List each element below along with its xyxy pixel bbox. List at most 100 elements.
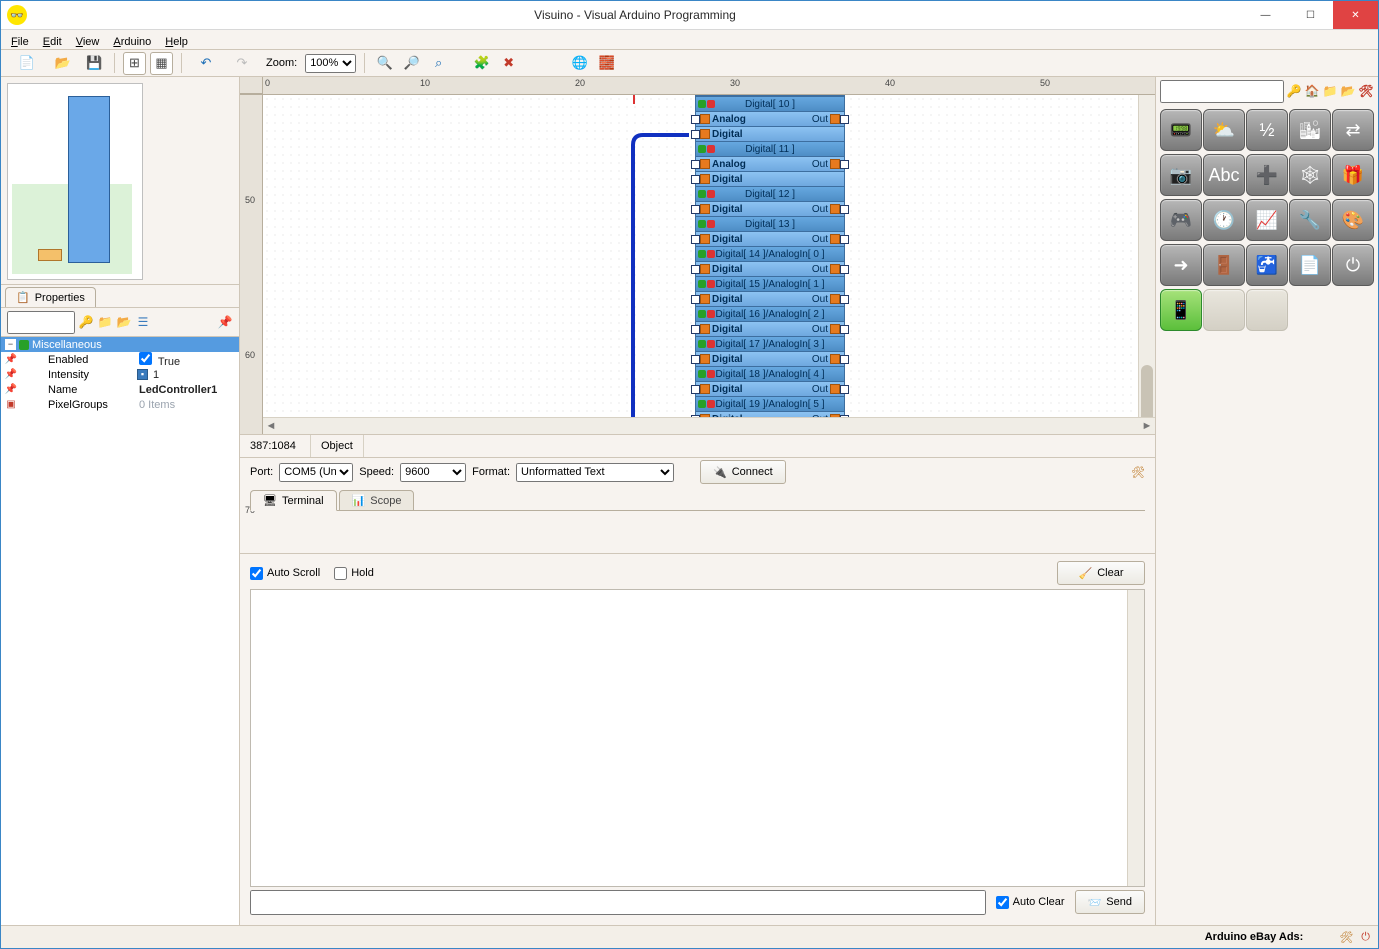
folder2-icon[interactable]: 📂 bbox=[116, 314, 132, 330]
palette-cam[interactable]: 📷 bbox=[1160, 154, 1202, 196]
palette-power[interactable]: ⏻ bbox=[1332, 244, 1374, 286]
palette-plus[interactable]: ➕ bbox=[1246, 154, 1288, 196]
design-canvas[interactable]: Digital[ 10 ]AnalogOutDigitalDigital[ 11… bbox=[263, 95, 1155, 434]
pin-row[interactable]: Digital bbox=[696, 126, 844, 141]
pin-row[interactable]: AnalogOut bbox=[696, 156, 844, 171]
zoom-in-button[interactable]: 🔍 bbox=[373, 52, 396, 75]
palette-remote[interactable]: 📱 bbox=[1160, 289, 1202, 331]
property-row[interactable]: 📌Enabled True bbox=[1, 352, 239, 367]
palette-fold1-icon[interactable]: 📁 bbox=[1322, 83, 1338, 99]
palette-fold2-icon[interactable]: 📂 bbox=[1340, 83, 1356, 99]
pin-row[interactable]: DigitalOut bbox=[696, 351, 844, 366]
property-row[interactable]: 📌Intensity▪1 bbox=[1, 367, 239, 382]
pin-header: Digital[ 11 ] bbox=[696, 141, 844, 156]
connect-button[interactable]: 🔌Connect bbox=[700, 460, 786, 484]
pin-icon[interactable]: 📌 bbox=[217, 314, 233, 330]
delete-button[interactable]: ✖ bbox=[497, 52, 520, 75]
maximize-button[interactable]: ☐ bbox=[1288, 1, 1333, 29]
menu-help[interactable]: Help bbox=[165, 35, 188, 49]
palette-clock[interactable]: 🕐 bbox=[1203, 199, 1245, 241]
palette-num[interactable]: ½ bbox=[1246, 109, 1288, 151]
palette-weather[interactable]: ⛅ bbox=[1203, 109, 1245, 151]
pin-row[interactable]: DigitalOut bbox=[696, 261, 844, 276]
palette-calc[interactable]: 📟 bbox=[1160, 109, 1202, 151]
serial-settings-icon[interactable]: 🛠 bbox=[1131, 466, 1145, 479]
palette-search-input[interactable] bbox=[1160, 80, 1284, 103]
autoscroll-checkbox[interactable]: Auto Scroll bbox=[250, 567, 320, 580]
zoom-select[interactable]: 100% bbox=[305, 54, 356, 73]
clear-button[interactable]: 🧹Clear bbox=[1057, 561, 1145, 585]
pin-row[interactable]: AnalogOut bbox=[696, 111, 844, 126]
palette-flow[interactable]: ➜ bbox=[1160, 244, 1202, 286]
palette-gamepad[interactable]: 🎮 bbox=[1160, 199, 1202, 241]
board-button[interactable]: 🧩 bbox=[470, 52, 493, 75]
terminal-vscroll[interactable] bbox=[1127, 590, 1144, 886]
properties-group-header[interactable]: − Miscellaneous bbox=[1, 337, 239, 352]
palette-door[interactable]: 🚪 bbox=[1203, 244, 1245, 286]
upload-button[interactable]: 🌐 bbox=[568, 52, 591, 75]
pin-row[interactable]: DigitalOut bbox=[696, 321, 844, 336]
footer-power-icon[interactable]: ⏻ bbox=[1361, 931, 1370, 944]
pin-row[interactable]: DigitalOut bbox=[696, 291, 844, 306]
component-palette: 📟⛅½🏙⇄ 📷Abc➕🕸🎁 🎮🕐📈🔧🎨 ➜🚪🚰📄⏻ 📱 bbox=[1156, 105, 1378, 335]
menu-view[interactable]: View bbox=[76, 35, 100, 49]
ad-label: Arduino eBay Ads: bbox=[1205, 931, 1304, 943]
palette-arrows[interactable]: ⇄ bbox=[1332, 109, 1374, 151]
arduino-component[interactable]: Digital[ 10 ]AnalogOutDigitalDigital[ 11… bbox=[695, 95, 845, 434]
palette-settings-icon[interactable]: 🛠 bbox=[1358, 83, 1374, 99]
compile-button[interactable]: 🧱 bbox=[595, 52, 618, 75]
undo-button[interactable]: ↶ bbox=[190, 52, 222, 75]
list-icon[interactable]: ☰ bbox=[135, 314, 151, 330]
send-input[interactable] bbox=[250, 890, 986, 915]
pin-row[interactable]: DigitalOut bbox=[696, 201, 844, 216]
palette-city[interactable]: 🏙 bbox=[1289, 109, 1331, 151]
palette-home-icon[interactable]: 🏠 bbox=[1304, 83, 1320, 99]
hold-checkbox[interactable]: Hold bbox=[334, 567, 374, 580]
autoclear-checkbox[interactable]: Auto Clear bbox=[996, 896, 1065, 909]
port-select[interactable]: COM5 (Unavailable) bbox=[279, 463, 353, 482]
open-button[interactable]: 📂 bbox=[47, 52, 79, 75]
property-row[interactable]: 📌NameLedController1 bbox=[1, 382, 239, 397]
palette-chart[interactable]: 📈 bbox=[1246, 199, 1288, 241]
palette-abc[interactable]: Abc bbox=[1203, 154, 1245, 196]
palette-filter-icon[interactable]: 🔑 bbox=[1286, 83, 1302, 99]
format-select[interactable]: Unformatted Text bbox=[516, 463, 674, 482]
footer-settings-icon[interactable]: 🛠 bbox=[1339, 931, 1353, 944]
property-row[interactable]: ▣PixelGroups0 Items bbox=[1, 397, 239, 412]
zoom-out-button[interactable]: 🔎 bbox=[400, 52, 423, 75]
tab-properties[interactable]: 📋Properties bbox=[5, 287, 96, 307]
close-button[interactable]: ✕ bbox=[1333, 1, 1378, 29]
zoom-fit-button[interactable]: ⌕ bbox=[427, 52, 450, 75]
minimize-button[interactable]: — bbox=[1243, 1, 1288, 29]
palette-color[interactable]: 🎨 bbox=[1332, 199, 1374, 241]
palette-gift[interactable]: 🎁 bbox=[1332, 154, 1374, 196]
pin-row[interactable]: Digital bbox=[696, 171, 844, 186]
speed-select[interactable]: 9600 bbox=[400, 463, 466, 482]
overview-minimap[interactable] bbox=[7, 83, 143, 280]
speed-label: Speed: bbox=[359, 466, 394, 478]
snap-button[interactable]: ⊞ bbox=[123, 52, 146, 75]
filter-icon[interactable]: 🔑 bbox=[78, 314, 94, 330]
redo-button[interactable]: ↷ bbox=[226, 52, 258, 75]
send-button[interactable]: 📨Send bbox=[1075, 890, 1145, 914]
canvas-hscroll[interactable]: ◄► bbox=[263, 417, 1155, 434]
pin-row[interactable]: DigitalOut bbox=[696, 381, 844, 396]
tab-scope[interactable]: 📊Scope bbox=[339, 490, 415, 511]
save-button[interactable]: 💾 bbox=[83, 52, 106, 75]
properties-search-input[interactable] bbox=[7, 311, 75, 334]
new-button[interactable]: 📄 bbox=[11, 52, 43, 75]
terminal-output[interactable] bbox=[250, 589, 1145, 887]
palette-net[interactable]: 🕸 bbox=[1289, 154, 1331, 196]
menu-arduino[interactable]: Arduino bbox=[113, 35, 151, 49]
canvas-vscroll[interactable] bbox=[1138, 95, 1155, 418]
grid-button[interactable]: ▦ bbox=[150, 52, 173, 75]
menu-file[interactable]: File bbox=[11, 35, 29, 49]
app-title: Visuino - Visual Arduino Programming bbox=[27, 8, 1243, 22]
menu-edit[interactable]: Edit bbox=[43, 35, 62, 49]
pin-row[interactable]: DigitalOut bbox=[696, 231, 844, 246]
folder-icon[interactable]: 📁 bbox=[97, 314, 113, 330]
palette-tap[interactable]: 🚰 bbox=[1246, 244, 1288, 286]
palette-doc[interactable]: 📄 bbox=[1289, 244, 1331, 286]
palette-conv[interactable]: 🔧 bbox=[1289, 199, 1331, 241]
tab-terminal[interactable]: 🖥Terminal bbox=[250, 490, 337, 511]
